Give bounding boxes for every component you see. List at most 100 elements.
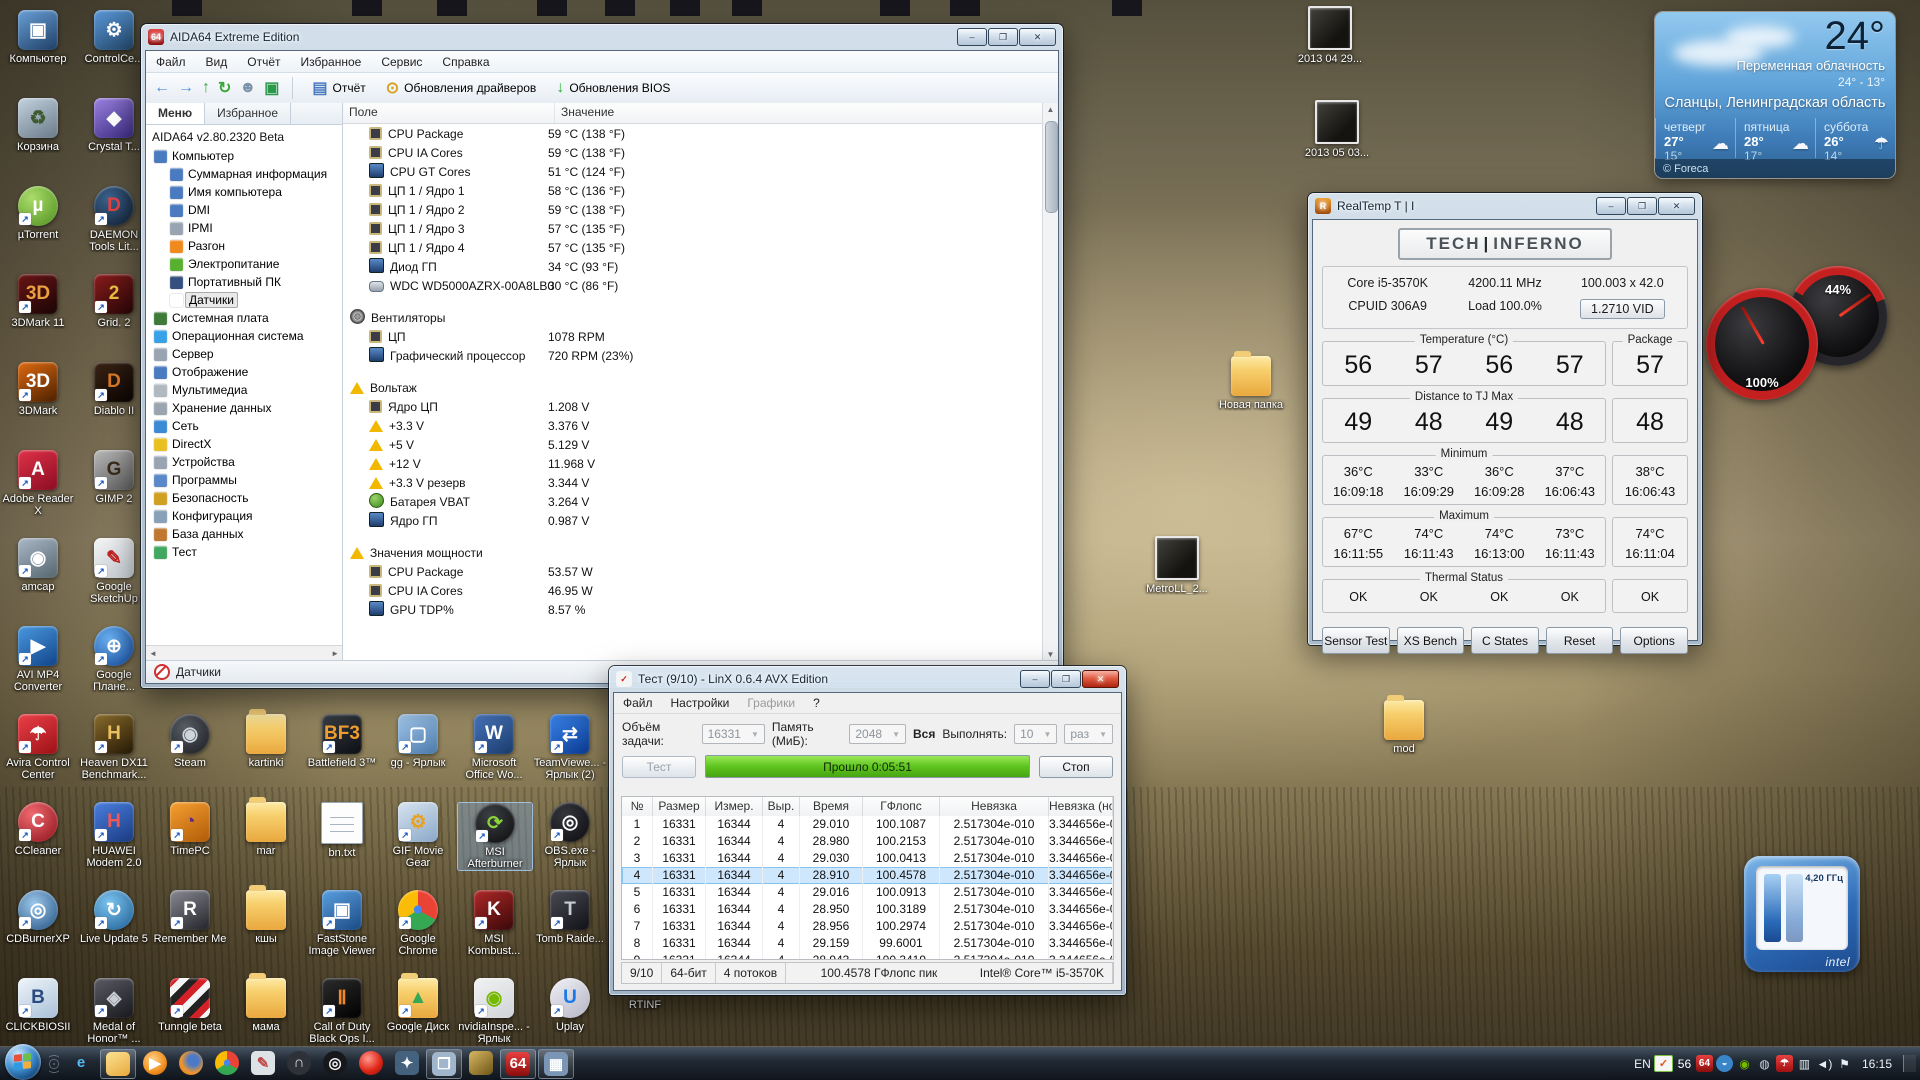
- memory-combo[interactable]: 2048▼: [849, 724, 906, 744]
- show-desktop-button[interactable]: [1903, 1055, 1916, 1072]
- sensor-row[interactable]: ЦП 1 / Ядро 259 °C (138 °F): [343, 201, 1027, 220]
- close-button[interactable]: ✕: [1082, 670, 1119, 688]
- desktop-icon[interactable]: ◉ Steam: [153, 714, 227, 769]
- sensor-row[interactable]: Вентиляторы: [343, 309, 1027, 328]
- sensor-row[interactable]: CPU GT Cores51 °C (124 °F): [343, 163, 1027, 182]
- sensor-row[interactable]: Диод ГП34 °C (93 °F): [343, 258, 1027, 277]
- report-button[interactable]: ▤Отчёт: [306, 76, 371, 100]
- stop-button[interactable]: Стоп: [1039, 756, 1113, 778]
- taskbar-button[interactable]: ✎: [246, 1049, 280, 1077]
- desktop-icon[interactable]: ◎ CDBurnerXP: [1, 890, 75, 945]
- sensor-row[interactable]: CPU IA Cores46.95 W: [343, 582, 1027, 601]
- weather-gadget[interactable]: 24° Переменная облачность 24° - 13° Слан…: [1655, 12, 1895, 178]
- table-row[interactable]: 11633116344429.010100.10872.517304e-0103…: [622, 816, 1113, 833]
- taskbar-button[interactable]: [354, 1049, 388, 1077]
- desktop-icon[interactable]: мама: [229, 978, 303, 1033]
- sensor-row[interactable]: [343, 296, 1027, 309]
- tray-icon[interactable]: ☂: [1776, 1055, 1793, 1072]
- sensor-row[interactable]: +12 V11.968 V: [343, 455, 1027, 474]
- tab-favorites[interactable]: Избранное: [205, 103, 291, 124]
- desktop-icon[interactable]: R Remember Me: [153, 890, 227, 945]
- taskbar-button[interactable]: [174, 1049, 208, 1077]
- tree-item[interactable]: Разгон: [150, 237, 338, 255]
- table-header-row[interactable]: №РазмерИзмер.Выр.ВремяГФлопсНевязкаНевяз…: [622, 797, 1113, 816]
- tree-item[interactable]: Электропитание: [150, 255, 338, 273]
- all-memory-label[interactable]: Вся: [913, 727, 935, 741]
- desktop-icon[interactable]: 2 Grid. 2: [77, 274, 151, 329]
- tray-icon[interactable]: ◒: [1716, 1055, 1733, 1072]
- bios-updates-button[interactable]: ↓Обновления BIOS: [550, 77, 676, 99]
- realtemp-button[interactable]: C States: [1471, 627, 1539, 654]
- tree-item[interactable]: Суммарная информация: [150, 165, 338, 183]
- maximize-button[interactable]: ❐: [1627, 197, 1657, 215]
- test-button[interactable]: Тест: [622, 756, 696, 778]
- minimize-button[interactable]: –: [1596, 197, 1626, 215]
- desktop-icon[interactable]: U Uplay: [533, 978, 607, 1033]
- sensor-row[interactable]: GPU TDP%8.57 %: [343, 601, 1027, 620]
- up-icon[interactable]: ↑: [202, 79, 210, 97]
- desktop-icon[interactable]: кшы: [229, 890, 303, 945]
- tree-item[interactable]: Датчики: [150, 291, 338, 309]
- forecast-day[interactable]: четверг 27° 15° ☁: [1655, 118, 1735, 158]
- users-icon[interactable]: ☻: [239, 79, 256, 97]
- menu-item[interactable]: Вид: [206, 55, 228, 69]
- sensor-row[interactable]: Ядро ЦП1.208 V: [343, 398, 1027, 417]
- table-row[interactable]: 51633116344429.016100.09132.517304e-0103…: [622, 884, 1113, 901]
- desktop-icon[interactable]: ◉ nvidiaInspe... - Ярлык: [457, 978, 531, 1045]
- sensor-row[interactable]: +3.3 V3.376 V: [343, 417, 1027, 436]
- desktop-icon[interactable]: ▣ FastStone Image Viewer: [305, 890, 379, 957]
- desktop-icon[interactable]: 3D 3DMark 11: [1, 274, 75, 329]
- column-value[interactable]: Значение: [555, 103, 620, 123]
- tree-item[interactable]: Отображение: [150, 363, 338, 381]
- sensor-columns-header[interactable]: Поле Значение: [343, 103, 1042, 124]
- realtemp-button[interactable]: Reset: [1546, 627, 1614, 654]
- menu-item[interactable]: Отчёт: [247, 55, 280, 69]
- desktop-icon[interactable]: [710, 0, 784, 16]
- aida64-titlebar[interactable]: 64 AIDA64 Extreme Edition – ❐ ✕: [141, 24, 1063, 50]
- close-button[interactable]: ✕: [1019, 28, 1056, 46]
- refresh-icon[interactable]: ↻: [218, 78, 231, 98]
- desktop-icon[interactable]: ◎ OBS.exe - Ярлык: [533, 802, 607, 869]
- desktop-icon[interactable]: ☂ Avira Control Center: [1, 714, 75, 781]
- tree-item[interactable]: IPMI: [150, 219, 338, 237]
- tray-icon[interactable]: ✓: [1654, 1055, 1673, 1072]
- realtemp-titlebar[interactable]: R RealTemp T | I – ❐ ✕: [1308, 193, 1702, 219]
- forecast-day[interactable]: суббота 26° 14° ☂: [1815, 118, 1895, 158]
- realtemp-button[interactable]: XS Bench: [1397, 627, 1465, 654]
- desktop-icon[interactable]: A Adobe Reader X: [1, 450, 75, 517]
- tree-item[interactable]: База данных: [150, 525, 338, 543]
- minimize-button[interactable]: –: [1020, 670, 1050, 688]
- tree-item[interactable]: Портативный ПК: [150, 273, 338, 291]
- close-button[interactable]: ✕: [1658, 197, 1695, 215]
- sensor-row[interactable]: +3.3 V резерв3.344 V: [343, 474, 1027, 493]
- tray-icon[interactable]: ◉: [1736, 1055, 1753, 1072]
- language-indicator[interactable]: EN: [1634, 1055, 1651, 1072]
- desktop-icon[interactable]: [150, 0, 224, 16]
- taskbar-button[interactable]: e: [64, 1049, 98, 1077]
- desktop-icon[interactable]: Tunngle beta: [153, 978, 227, 1033]
- desktop-icon[interactable]: RTINF: [608, 996, 682, 1011]
- desktop-icon[interactable]: T Tomb Raide...: [533, 890, 607, 945]
- realtemp-button[interactable]: Sensor Test: [1322, 627, 1390, 654]
- desktop-icon[interactable]: Новая папка: [1214, 356, 1288, 411]
- sensor-row[interactable]: [343, 366, 1027, 379]
- tray-icon[interactable]: ◍: [1756, 1055, 1773, 1072]
- desktop-icon[interactable]: bn.txt: [305, 802, 379, 859]
- desktop-icon[interactable]: [928, 0, 1002, 16]
- driver-updates-button[interactable]: ⊙Обновления драйверов: [380, 76, 543, 100]
- desktop-icon[interactable]: ● Google Chrome: [381, 890, 455, 957]
- tree-item[interactable]: Тест: [150, 543, 338, 561]
- desktop-icon[interactable]: ▲ Google Диск: [381, 978, 455, 1033]
- sensor-row[interactable]: [343, 531, 1027, 544]
- desktop-icon[interactable]: D DAEMON Tools Lit...: [77, 186, 151, 253]
- taskbar-button[interactable]: ▦: [538, 1049, 574, 1079]
- desktop-icon[interactable]: ⇄ TeamViewe... - Ярлык (2): [533, 714, 607, 781]
- realtemp-button[interactable]: Options: [1620, 627, 1688, 654]
- menu-item[interactable]: Сервис: [381, 55, 422, 69]
- sensor-row[interactable]: ЦП1078 RPM: [343, 328, 1027, 347]
- forward-icon[interactable]: →: [178, 79, 194, 97]
- tree-item[interactable]: Системная плата: [150, 309, 338, 327]
- desktop-icon[interactable]: C CCleaner: [1, 802, 75, 857]
- sensor-row[interactable]: CPU IA Cores59 °C (138 °F): [343, 144, 1027, 163]
- desktop-icon[interactable]: 3D 3DMark: [1, 362, 75, 417]
